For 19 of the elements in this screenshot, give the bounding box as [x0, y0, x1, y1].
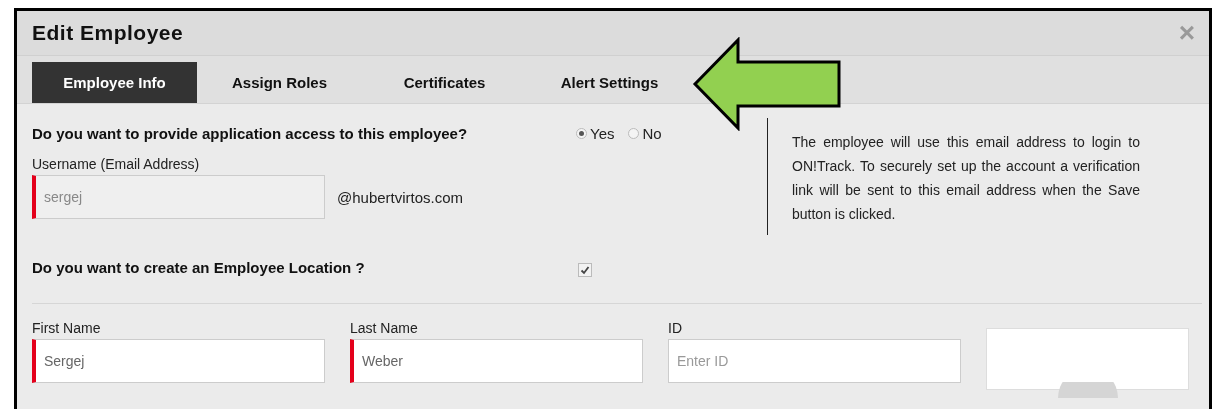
field-label: First Name — [32, 320, 102, 336]
question-text: Do you want to create an Employee Location ? — [32, 258, 366, 276]
tab[interactable]: Alert Settings — [527, 62, 692, 103]
question-text: Do you want to provide application access to this employee? — [32, 124, 469, 142]
radio-option[interactable]: No — [628, 124, 662, 142]
tab[interactable]: Employee Info — [32, 62, 197, 103]
tab[interactable]: Assign Roles — [197, 62, 362, 103]
field-label: ID — [668, 320, 683, 336]
email-domain: @hubertvirtos.com — [337, 188, 464, 206]
text-field[interactable]: Sergej — [32, 339, 325, 383]
field-label: Last Name — [350, 320, 419, 336]
text-field[interactable]: Weber — [350, 339, 643, 383]
text-field[interactable]: Enter ID — [668, 339, 961, 383]
tab[interactable]: Certificates — [362, 62, 527, 103]
window-title: Edit Employee — [32, 21, 184, 45]
checkbox[interactable] — [578, 263, 592, 277]
field-label: Username (Email Address) — [32, 156, 201, 172]
radio-option[interactable]: Yes — [576, 124, 615, 142]
info-text: The employee will use this email address to login to ON!Track. To securely set up the account a verification link will be sent to this email address when the Save button is clicked. — [792, 133, 1140, 224]
